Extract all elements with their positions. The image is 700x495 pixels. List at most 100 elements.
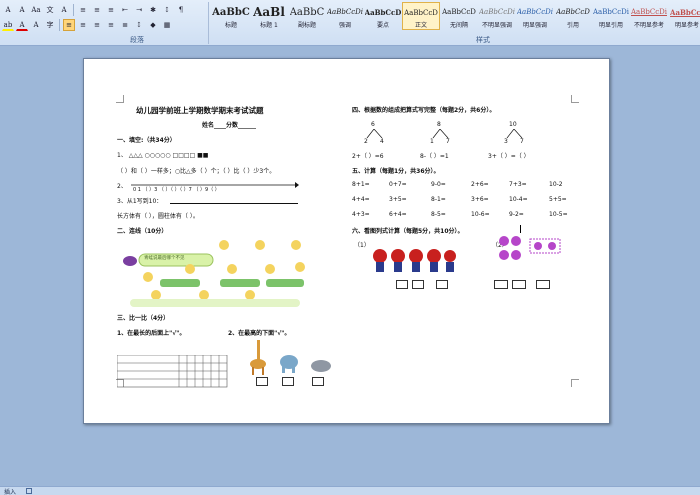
page-title: 幼儿园学前班上学期数学期末考试试题 [136, 106, 264, 115]
calc-item: 3+6= [471, 196, 489, 203]
style-intense-emphasis[interactable]: AaBbCcDi 明显强调 [516, 2, 554, 30]
font-color-icon[interactable]: A [16, 19, 28, 31]
tree-1-right: 4 [380, 138, 384, 145]
align-left-icon[interactable]: ≡ [63, 19, 75, 31]
line-spacing-icon[interactable]: ↕ [133, 19, 145, 31]
style-name: 不明显参考 [633, 22, 664, 29]
style-title[interactable]: AaBbC 标题 [212, 2, 250, 30]
matching-banner-text: 青蛙说最后哪个不见 [144, 256, 185, 261]
style-no-spacing[interactable]: AaBbCcD 无间隔 [440, 2, 478, 30]
matching-illustration [123, 240, 305, 307]
styles-group-label: 样式 [476, 36, 490, 44]
style-emphasis[interactable]: AaBbCcDi 强调 [326, 2, 364, 30]
align-center-icon[interactable]: ≡ [77, 19, 89, 31]
style-intense-reference[interactable]: AaBbCcI 明显参考 [668, 2, 700, 30]
answer-box[interactable] [436, 280, 448, 289]
q3-line: 3、从1写到10： [117, 198, 163, 205]
style-sample: AaBl [253, 5, 285, 19]
clear-format-icon[interactable]: Aa [30, 4, 42, 16]
rhino-image [311, 360, 331, 372]
answer-box[interactable] [282, 377, 294, 386]
answer-box[interactable] [256, 377, 268, 386]
calc-item: 2+6= [471, 181, 489, 188]
style-name: 无间隔 [449, 22, 468, 29]
style-name: 明显参考 [674, 22, 699, 29]
answer-box[interactable] [494, 280, 508, 289]
answer-box[interactable] [512, 280, 526, 289]
style-sample: AaBbCcD [404, 8, 438, 17]
status-bar: 插入 [0, 486, 700, 495]
calc-item: 10-5= [549, 211, 568, 218]
corner-mark [571, 95, 579, 103]
compare-q2: 2、在最高的下面"√"。 [228, 330, 291, 337]
style-name: 正文 [414, 22, 427, 29]
calc-item: 3+5= [389, 196, 407, 203]
style-subtle-reference[interactable]: AaBbCcDi 不明显参考 [630, 2, 668, 30]
style-quote[interactable]: AaBbCcD 引用 [554, 2, 592, 30]
sort-icon[interactable]: ↕ [161, 4, 173, 16]
char-shading-icon[interactable]: A [30, 19, 42, 31]
show-marks-icon[interactable]: ¶ [175, 4, 187, 16]
status-mode[interactable]: 插入 [4, 487, 16, 495]
answer-box[interactable] [312, 377, 324, 386]
borders-icon[interactable]: ▦ [161, 19, 173, 31]
section-3-heading: 三、比一比（4分） [117, 315, 170, 322]
name-score-line: 姓名____分数______ [202, 122, 257, 129]
calc-item: 4+4= [352, 196, 370, 203]
distributed-icon[interactable]: ≣ [119, 19, 131, 31]
style-intense-quote[interactable]: AaBbCcDi 明显引用 [592, 2, 630, 30]
shading-icon[interactable]: ◆ [147, 19, 159, 31]
section-1-heading: 一、填空:（共34分） [117, 137, 176, 144]
answer-box[interactable] [412, 280, 424, 289]
style-sample: AaBbC [212, 6, 250, 18]
tree-2-right: 7 [446, 138, 450, 145]
justify-icon[interactable]: ≡ [105, 19, 117, 31]
style-sample: AaBbCcDi [517, 8, 553, 16]
section-5-heading: 五、计算（每题1分，共36分）。 [352, 168, 440, 175]
char-border-icon[interactable]: A [58, 4, 70, 16]
style-subtitle[interactable]: AaBbC 副标题 [288, 2, 326, 30]
align-right-icon[interactable]: ≡ [91, 19, 103, 31]
numbering-icon[interactable]: ≡ [91, 4, 103, 16]
calc-item: 6+4= [389, 211, 407, 218]
enclose-char-icon[interactable]: 字 [44, 19, 56, 31]
highlight-icon[interactable]: ab [2, 19, 14, 31]
phonetic-guide-icon[interactable]: 文 [44, 4, 56, 16]
q2-label: 2、 [117, 183, 127, 190]
grow-font-icon[interactable]: A [2, 4, 14, 16]
text-cursor [520, 225, 521, 233]
style-strong[interactable]: AaBbCcD 要点 [364, 2, 402, 30]
bullets-icon[interactable]: ≡ [77, 4, 89, 16]
q1-blanks-line: （ ）和（ ）一样多；○比△多（ ）个；（ ）比（ ）少3个。 [117, 168, 276, 175]
composition-eq-2: 8-（ ）=1 [420, 153, 449, 160]
answer-box[interactable] [396, 280, 408, 289]
style-sample: AaBbCcDi [631, 8, 667, 16]
tree-2-left: 1 [430, 138, 434, 145]
decrease-indent-icon[interactable]: ⇤ [119, 4, 131, 16]
answer-box[interactable] [536, 280, 550, 289]
chinese-layout-icon[interactable]: ✱ [147, 4, 159, 16]
macro-icon[interactable] [26, 488, 32, 494]
section-2-heading: 二、连线（10分） [117, 228, 168, 235]
style-heading-1[interactable]: AaBl 标题 1 [250, 2, 288, 30]
document-page[interactable]: 幼儿园学前班上学期数学期末考试试题 姓名____分数______ 一、填空:（共… [83, 58, 610, 424]
styles-gallery: AaBbC 标题 AaBl 标题 1 AaBbC 副标题 AaBbCcDi 强调… [212, 2, 700, 30]
calc-item: 8+1= [352, 181, 370, 188]
characters-picture [373, 249, 456, 272]
calc-item: 10-6= [471, 211, 490, 218]
increase-indent-icon[interactable]: ⇥ [133, 4, 145, 16]
multilevel-list-icon[interactable]: ≡ [105, 4, 117, 16]
style-normal[interactable]: AaBbCcD 正文 [402, 2, 440, 30]
group-divider [208, 2, 209, 44]
compare-q1: 1、在最长的后面上"√"。 [117, 330, 186, 337]
composition-eq-1: 2+（ ）=6 [352, 153, 384, 160]
style-name: 明显强调 [522, 22, 547, 29]
style-name: 引用 [566, 22, 579, 29]
corner-mark [571, 379, 579, 387]
shrink-font-icon[interactable]: A [16, 4, 28, 16]
style-subtle-emphasis[interactable]: AaBbCcDi 不明显强调 [478, 2, 516, 30]
q1-shapes-line: 1、 △△△ ○○○○○ □□□□ ■■ [117, 152, 209, 159]
corner-mark [116, 95, 124, 103]
separator [59, 19, 60, 31]
style-name: 不明显强调 [481, 22, 512, 29]
